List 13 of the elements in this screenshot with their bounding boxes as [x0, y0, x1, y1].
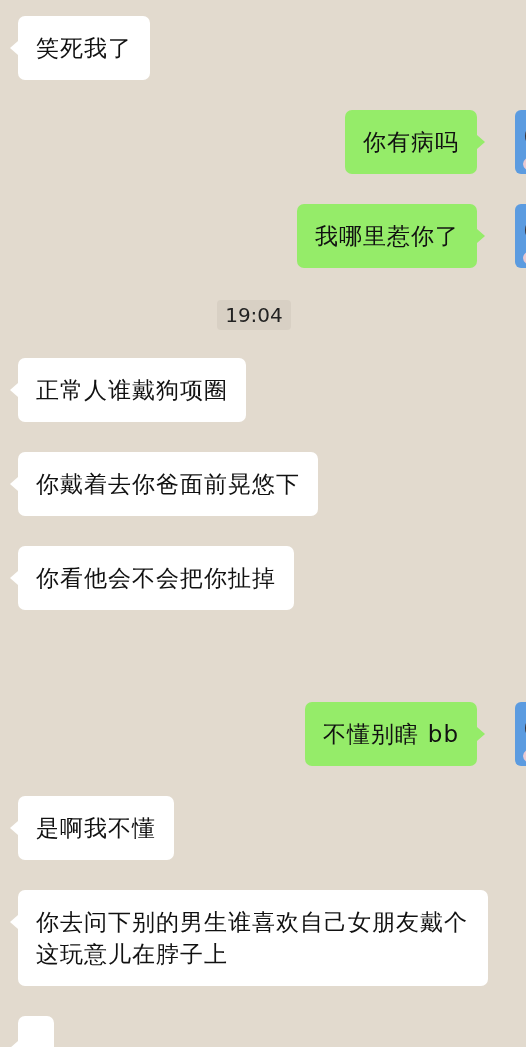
message-bubble: 你有病吗	[345, 110, 477, 174]
bubble-tail	[477, 135, 485, 149]
message-bubble: 你去问下别的男生谁喜欢自己女朋友戴个这玩意儿在脖子上	[18, 890, 488, 986]
bubble-tail	[477, 229, 485, 243]
message-bubble: 不懂别瞎 bb	[305, 702, 477, 766]
message-bubble: 你戴着去你爸面前晃悠下	[18, 452, 318, 516]
timestamp: 19:04	[217, 300, 291, 330]
message-bubble: 是啊我不懂	[18, 796, 174, 860]
message-bubble: 你看他会不会把你扯掉	[18, 546, 294, 610]
message-bubble: 正常人谁戴狗项圈	[18, 358, 246, 422]
message-bubble: 我哪里惹你了	[297, 204, 477, 268]
bubble-tail	[477, 727, 485, 741]
message-bubble: 笑死我了	[18, 16, 150, 80]
